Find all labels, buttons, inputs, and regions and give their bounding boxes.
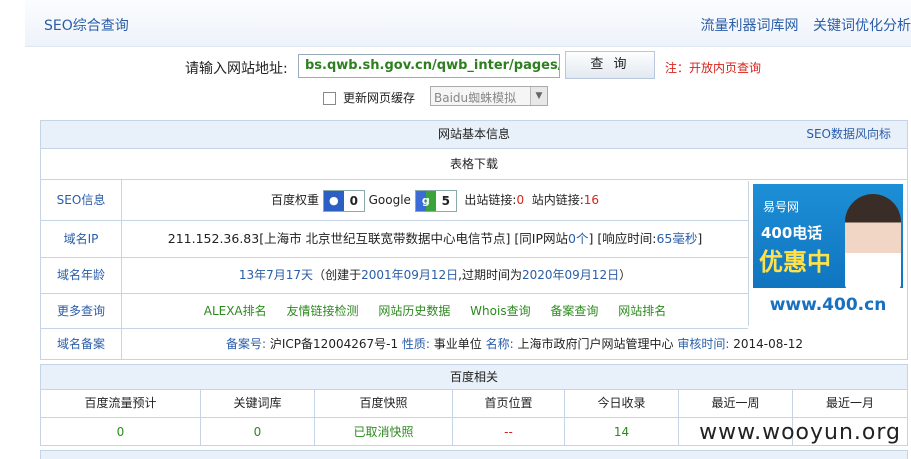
ip-location: [上海市 北京世纪互联宽带数据中心电信节点]: [259, 231, 511, 246]
spider-select[interactable]: Baidu蜘蛛模拟 ▼: [430, 86, 548, 106]
out-links-value: 0: [516, 193, 525, 207]
icp-row: 域名备案 备案号: 沪ICP备12004267号-1 性质: 事业单位 名称: …: [41, 329, 907, 360]
baidu-col-header: 今日收录: [565, 390, 679, 418]
link-traffic-tool[interactable]: 流量利器词库网: [701, 18, 799, 34]
seo-info-content: 百度权重 ● 0 Google g5 出站链接:0 站内链接:16: [122, 180, 748, 220]
update-cache-checkbox[interactable]: [323, 92, 336, 105]
icp-name: 上海市政府门户网站管理中心: [517, 337, 674, 351]
more-query-label: 更多查询: [41, 294, 122, 328]
google-label: Google: [368, 193, 411, 207]
domain-age-content: 13年7月17天（创建于2001年09月12日,过期时间为2020年09月12日…: [238, 268, 632, 282]
google-pr-badge[interactable]: g5: [414, 189, 457, 212]
query-form: 请输入网站地址: bs.qwb.sh.gov.cn/qwb_inter/page…: [0, 51, 911, 111]
icp-audit-date: 2014-08-12: [733, 337, 803, 351]
out-links-label: 出站链接:: [464, 193, 517, 207]
baidu-col-header: 百度流量预计: [41, 390, 201, 418]
baidu-col-header: 首页位置: [453, 390, 565, 418]
baidu-col-header: 关键词库: [201, 390, 315, 418]
update-cache-label: 更新网页缓存: [343, 91, 416, 105]
ad-brand: 易号网: [763, 200, 800, 214]
domain-expire: 2020年09月12日: [522, 268, 620, 282]
seo-info-row: SEO信息 百度权重 ● 0 Google g5 出站链接:0 站内链接:16: [41, 180, 748, 221]
chevron-down-icon[interactable]: ▼: [530, 87, 547, 105]
same-ip-count[interactable]: 0个: [568, 231, 588, 246]
top-bar: SEO综合查询 流量利器词库网 关键词优化分析: [25, 0, 911, 47]
url-label: 请输入网站地址:: [185, 61, 288, 77]
baidu-weight-label: 百度权重: [270, 193, 319, 207]
domain-age-value: 13年7月17天: [238, 268, 314, 282]
ip-address: 211.152.36.83: [167, 231, 260, 246]
ad-line2: 优惠中: [759, 248, 831, 276]
download-row: 表格下载: [41, 149, 907, 180]
baidu-col-value: --: [453, 418, 565, 446]
baidu-col-header: 百度快照: [315, 390, 453, 418]
ad-line1: 400电话: [761, 224, 823, 242]
response-time: 65毫秒: [656, 231, 698, 246]
next-section-header: [40, 450, 908, 459]
in-links-value: 16: [583, 193, 600, 207]
link-alexa[interactable]: ALEXA排名: [204, 304, 267, 318]
icp-number: 沪ICP备12004267号-1: [269, 337, 399, 351]
icp-content: 备案号: 沪ICP备12004267号-1 性质: 事业单位 名称: 上海市政府…: [226, 337, 803, 351]
basic-info-header: 网站基本信息 SEO数据风向标: [41, 121, 907, 149]
google-logo-icon: g: [415, 190, 436, 211]
link-icp[interactable]: 备案查询: [550, 304, 598, 318]
link-friend-links[interactable]: 友情链接检测: [286, 304, 358, 318]
same-ip-prefix: [同IP网站: [514, 231, 569, 246]
icp-label: 域名备案: [41, 329, 122, 360]
top-links: 流量利器词库网 关键词优化分析: [691, 15, 911, 35]
baidu-weight-badge[interactable]: ● 0: [322, 189, 365, 212]
domain-ip-label: 域名IP: [41, 221, 122, 257]
seo-info-label: SEO信息: [41, 180, 122, 220]
baidu-col-value[interactable]: 0: [41, 418, 201, 446]
url-input[interactable]: bs.qwb.sh.gov.cn/qwb_inter/pages/T_QW: [298, 54, 560, 78]
link-keyword-analysis[interactable]: 关键词优化分析: [813, 18, 911, 34]
response-prefix: [响应时间:: [597, 231, 657, 246]
domain-age-label: 域名年龄: [41, 258, 122, 293]
link-history[interactable]: 网站历史数据: [378, 304, 450, 318]
baidu-col-header: 最近一月: [793, 390, 907, 418]
ad-person-image: [845, 194, 901, 289]
query-button[interactable]: 查 询: [565, 51, 655, 79]
in-links-label: 站内链接:: [531, 193, 584, 207]
baidu-col-value[interactable]: 14: [565, 418, 679, 446]
basic-info-panel: 网站基本信息 SEO数据风向标 表格下载 SEO信息 百度权重 ● 0 Googl…: [40, 120, 908, 360]
domain-created: 2001年09月12日: [361, 268, 459, 282]
baidu-col-value[interactable]: 0: [201, 418, 315, 446]
link-whois[interactable]: Whois查询: [470, 304, 530, 318]
baidu-header: 百度相关: [41, 365, 907, 390]
domain-age-row: 域名年龄 13年7月17天（创建于2001年09月12日,过期时间为2020年0…: [41, 258, 748, 294]
more-query-links: ALEXA排名 友情链接检测 网站历史数据 Whois查询 备案查询 网站排名: [122, 294, 748, 328]
ad-url: www.400.cn: [753, 288, 903, 323]
table-download-link[interactable]: 表格下载: [450, 157, 498, 171]
ad-banner[interactable]: 易号网 400电话 优惠中 www.400.cn: [748, 181, 907, 326]
baidu-col-value: 已取消快照: [315, 418, 453, 446]
basic-info-title: 网站基本信息: [437, 127, 510, 141]
link-rank[interactable]: 网站排名: [618, 304, 666, 318]
page-title[interactable]: SEO综合查询: [44, 15, 129, 35]
query-note: 注：开放内页查询: [665, 61, 762, 75]
seo-trend-link[interactable]: SEO数据风向标: [806, 121, 891, 148]
baidu-title: 百度相关: [449, 370, 498, 384]
watermark: www.wooyun.org: [699, 420, 901, 445]
domain-ip-row: 域名IP 211.152.36.83[上海市 北京世纪互联宽带数据中心电信节点]…: [41, 221, 748, 258]
icp-nature: 事业单位: [433, 337, 482, 351]
baidu-paw-icon: ●: [323, 190, 344, 211]
more-query-row: 更多查询 ALEXA排名 友情链接检测 网站历史数据 Whois查询 备案查询 …: [41, 294, 748, 329]
spider-select-value: Baidu蜘蛛模拟: [434, 91, 517, 105]
domain-ip-content: 211.152.36.83[上海市 北京世纪互联宽带数据中心电信节点] [同IP…: [167, 231, 703, 246]
baidu-col-header: 最近一周: [679, 390, 793, 418]
